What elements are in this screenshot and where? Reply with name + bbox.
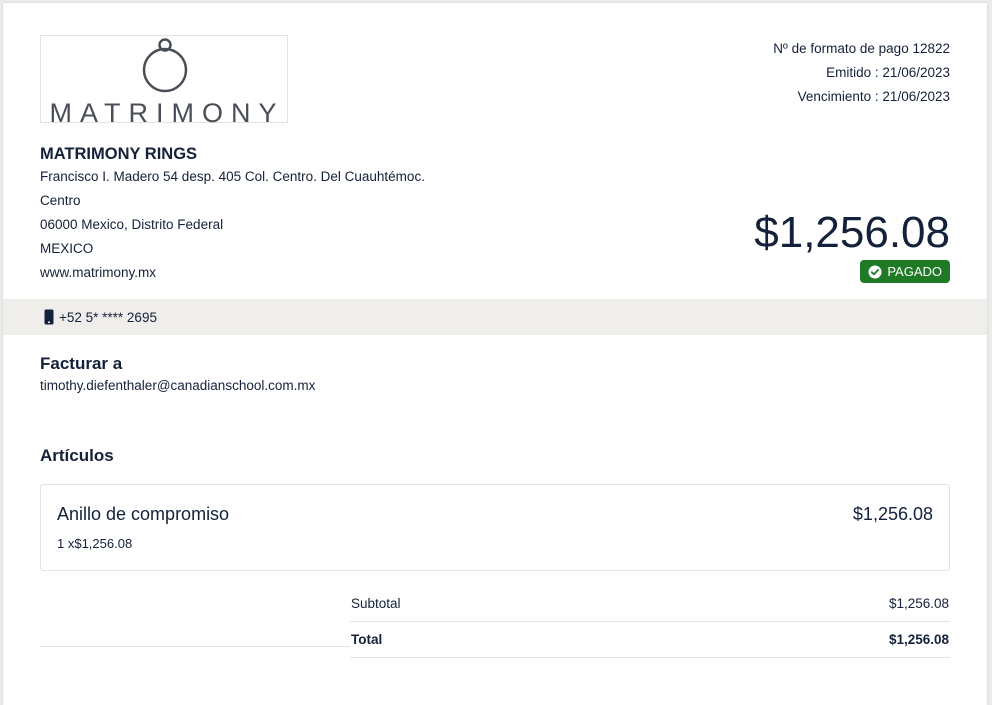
bill-to-email: timothy.diefenthaler@canadianschool.com.… [40,378,316,393]
bill-to-title: Facturar a [40,354,123,373]
payment-number: Nº de formato de pago 12822 [773,41,950,56]
subtotal-label: Subtotal [351,596,401,611]
address-country: MEXICO [40,241,94,256]
totals-table: Subtotal $1,256.08 Total $1,256.08 [350,586,950,658]
mobile-phone-icon [44,309,54,325]
item-price: $1,256.08 [852,504,933,524]
total-row: Total $1,256.08 [350,622,950,658]
address-line-2: Centro [40,193,81,208]
company-name: MATRIMONY RINGS [40,145,198,163]
address-line-3: 06000 Mexico, Distrito Federal [40,217,224,232]
company-info: MATRIMONY RINGS Francisco I. Madero 54 d… [40,143,425,285]
due-date: Vencimiento : 21/06/2023 [797,89,950,104]
check-circle-icon [868,265,882,278]
company-logo: MATRIMONY [40,35,288,128]
address-line-1: Francisco I. Madero 54 desp. 405 Col. Ce… [40,169,425,184]
divider [40,646,350,647]
logo-wordmark: MATRIMONY [49,98,285,128]
subtotal-value: $1,256.08 [888,596,949,611]
total-label: Total [351,632,383,647]
subtotal-row: Subtotal $1,256.08 [350,586,950,622]
company-website: www.matrimony.mx [40,265,157,280]
item-name: Anillo de compromiso [57,504,230,524]
item-quantity: 1 x$1,256.08 [57,536,133,551]
ring-logo-icon [142,38,188,93]
invoice-amount: $1,256.08 [754,208,950,257]
invoice-meta: Nº de formato de pago 12822 Emitido : 21… [773,37,950,109]
items-title: Artículos [40,446,114,465]
status-badge: PAGADO [860,260,950,283]
list-item: Anillo de compromiso $1,256.08 1 x$1,256… [40,484,950,571]
issued-date: Emitido : 21/06/2023 [826,65,950,80]
invoice-page: MATRIMONY Nº de formato de pago 12822 Em… [3,3,987,705]
total-value: $1,256.08 [888,632,949,647]
phone-bar: +52 5* **** 2695 [3,299,987,335]
status-label: PAGADO [887,264,942,279]
phone-number: +52 5* **** 2695 [59,309,157,325]
